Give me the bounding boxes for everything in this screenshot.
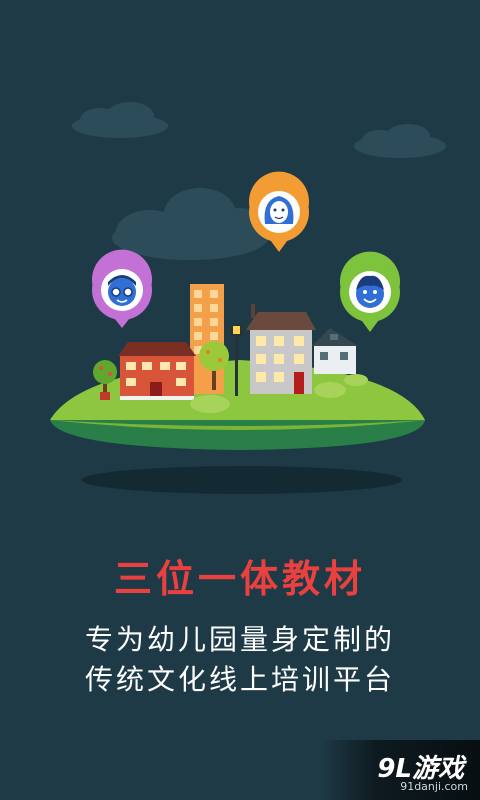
headline: 三位一体教材 xyxy=(113,557,366,601)
house-icon xyxy=(246,304,316,394)
cloud-icon xyxy=(112,188,268,260)
cloud-icon xyxy=(72,102,168,138)
cloud-icon xyxy=(354,124,446,158)
pin-green xyxy=(340,251,401,332)
subtitle-line-1: 专为幼儿园量身定制的 xyxy=(84,623,395,656)
island-shadow xyxy=(82,466,402,494)
subtitle-line-2: 传统文化线上培训平台 xyxy=(84,663,395,696)
pin-purple xyxy=(91,249,152,328)
illustration-island-village xyxy=(50,102,446,494)
watermark-url: 91danji.com xyxy=(400,780,468,793)
building-tower xyxy=(190,284,224,394)
house-icon xyxy=(118,342,196,400)
user-boy-icon xyxy=(356,275,384,308)
watermark: 9L游戏 91danji.com xyxy=(320,740,480,800)
user-glasses-icon xyxy=(108,275,136,306)
house-icon xyxy=(312,328,358,374)
